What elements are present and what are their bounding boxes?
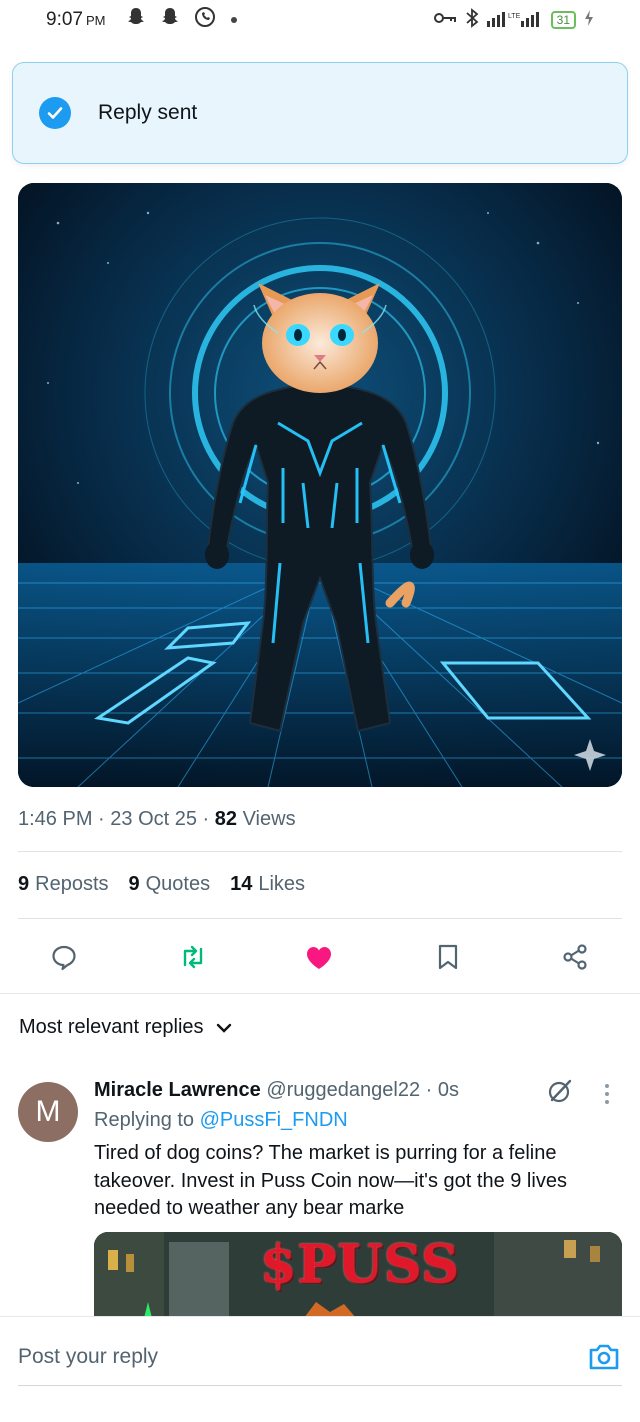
reply-input[interactable]: Post your reply xyxy=(18,1345,158,1369)
replies-sort-label: Most relevant replies xyxy=(19,1016,204,1038)
reply-icon xyxy=(52,945,76,971)
puss-ticker-text: $PUSS xyxy=(260,1234,460,1295)
svg-text:LTE: LTE xyxy=(508,13,521,20)
quotes-label: Quotes xyxy=(145,873,211,895)
composer-underline xyxy=(18,1385,622,1386)
views-label: Views xyxy=(242,808,296,830)
reposts-label: Reposts xyxy=(35,873,109,895)
whatsapp-icon xyxy=(193,5,217,35)
post-meta: 1:46 PM · 23 Oct 25 · 82 Views xyxy=(18,808,296,831)
bookmark-icon xyxy=(438,944,458,970)
vpn-key-icon xyxy=(433,11,457,29)
reply-header: Miracle Lawrence @ruggedangel22 · 0s xyxy=(94,1079,459,1102)
post-date: 23 Oct 25 xyxy=(110,808,197,830)
like-button[interactable] xyxy=(302,940,336,974)
cyber-cat-illustration xyxy=(18,183,622,787)
likes-count: 14 xyxy=(230,873,253,895)
status-time-value: 9:07 xyxy=(46,9,83,30)
toast-message: Reply sent xyxy=(98,101,198,124)
share-icon xyxy=(563,944,587,970)
snapchat-icon-2 xyxy=(159,6,181,34)
divider-2 xyxy=(18,918,622,919)
quotes-stat[interactable]: 9 Quotes xyxy=(129,873,211,896)
replying-to: Replying to @PussFi_FNDN xyxy=(94,1109,348,1132)
repost-button[interactable] xyxy=(176,940,210,974)
replying-to-label: Replying to xyxy=(94,1109,195,1131)
reply-author-name[interactable]: Miracle Lawrence xyxy=(94,1079,261,1101)
reply-author-handle[interactable]: @ruggedangel22 xyxy=(266,1079,420,1101)
reply-composer: Post your reply xyxy=(0,1316,640,1422)
section-separator xyxy=(0,993,640,994)
replies-sort-dropdown[interactable]: Most relevant replies xyxy=(19,1016,232,1039)
camera-button[interactable] xyxy=(587,1341,621,1378)
divider xyxy=(18,851,622,852)
post-actions xyxy=(0,930,640,984)
chevron-down-icon xyxy=(216,1023,231,1033)
post-stats: 9 Reposts 9 Quotes 14 Likes xyxy=(18,873,305,896)
reply-separator: · xyxy=(425,1079,438,1101)
share-button[interactable] xyxy=(558,940,592,974)
status-time: 9:07 PM xyxy=(46,9,105,31)
quotes-count: 9 xyxy=(128,873,140,895)
bookmark-button[interactable] xyxy=(431,940,465,974)
reply-sent-toast: Reply sent xyxy=(12,62,628,164)
reposts-count: 9 xyxy=(18,873,30,895)
charging-icon xyxy=(584,10,594,30)
likes-stat[interactable]: 14 Likes xyxy=(230,873,305,896)
post-time: 1:46 PM xyxy=(18,808,93,830)
reply-age: 0s xyxy=(437,1079,459,1101)
reply-button[interactable] xyxy=(47,940,81,974)
grok-icon[interactable] xyxy=(547,1078,573,1109)
battery-level: 31 xyxy=(550,11,576,29)
reply-media-image[interactable]: $PUSS xyxy=(94,1232,622,1318)
meta-separator: · xyxy=(98,808,111,830)
reposts-stat[interactable]: 9 Reposts xyxy=(18,873,109,896)
camera-icon xyxy=(589,1344,619,1370)
reply-text: Tired of dog coins? The market is purrin… xyxy=(94,1142,567,1219)
avatar[interactable]: M xyxy=(18,1082,78,1142)
notification-dot-icon xyxy=(229,9,239,31)
more-options-icon[interactable] xyxy=(603,1082,611,1111)
snapchat-icon xyxy=(125,6,147,34)
status-bar: 9:07 PM LTE 31 xyxy=(0,0,640,40)
replying-to-handle[interactable]: @PussFi_FNDN xyxy=(200,1109,348,1131)
meta-separator-2: · xyxy=(202,808,215,830)
views-count: 82 xyxy=(214,808,238,830)
bluetooth-icon xyxy=(465,8,479,32)
repost-icon xyxy=(183,945,203,969)
status-time-ampm: PM xyxy=(85,13,106,28)
heart-filled-icon xyxy=(307,947,331,969)
signal-icon: LTE xyxy=(486,9,543,31)
post-image[interactable] xyxy=(18,183,622,787)
likes-label: Likes xyxy=(258,873,306,895)
check-circle-icon xyxy=(39,97,71,129)
